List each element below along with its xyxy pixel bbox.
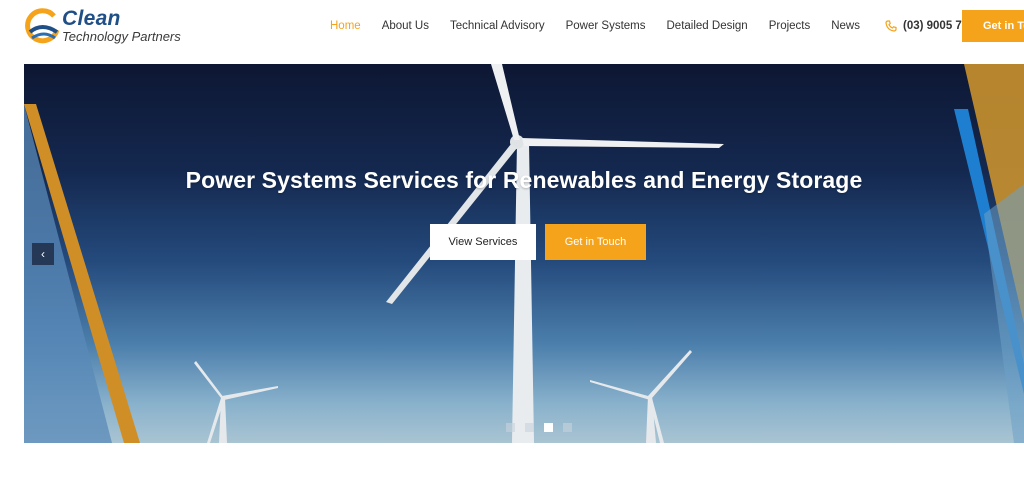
site-header: Clean Technology Partners Home About Us …: [0, 0, 1024, 52]
main-navigation: Home About Us Technical Advisory Power S…: [330, 0, 981, 52]
nav-about-us[interactable]: About Us: [382, 20, 429, 32]
hero-title: Power Systems Services for Renewables an…: [185, 167, 863, 193]
nav-news[interactable]: News: [831, 20, 860, 32]
slide-dot-1[interactable]: [506, 423, 515, 432]
hero-get-in-touch-button[interactable]: Get in Touch: [545, 224, 646, 260]
phone-icon: [885, 20, 897, 32]
slide-dot-2[interactable]: [525, 423, 534, 432]
chevron-left-icon: ‹: [41, 247, 45, 261]
view-services-button[interactable]: View Services: [430, 224, 536, 260]
slider-pagination: [506, 423, 582, 432]
logo-name-line2: Technology Partners: [62, 29, 181, 44]
logo-name-line1: Clean: [62, 7, 121, 30]
logo-swirl-icon: [25, 8, 60, 44]
company-logo[interactable]: Clean Technology Partners: [24, 6, 194, 48]
slide-dot-3[interactable]: [544, 423, 553, 432]
nav-technical-advisory[interactable]: Technical Advisory: [450, 20, 545, 32]
header-get-in-touch-button[interactable]: Get in Touch: [962, 10, 1024, 42]
slide-dot-4[interactable]: [563, 423, 572, 432]
slider-prev-arrow[interactable]: ‹: [32, 243, 54, 265]
nav-projects[interactable]: Projects: [769, 20, 811, 32]
hero-slider: Power Systems Services for Renewables an…: [24, 64, 1024, 443]
nav-detailed-design[interactable]: Detailed Design: [667, 20, 748, 32]
nav-power-systems[interactable]: Power Systems: [566, 20, 646, 32]
nav-home[interactable]: Home: [330, 20, 361, 32]
